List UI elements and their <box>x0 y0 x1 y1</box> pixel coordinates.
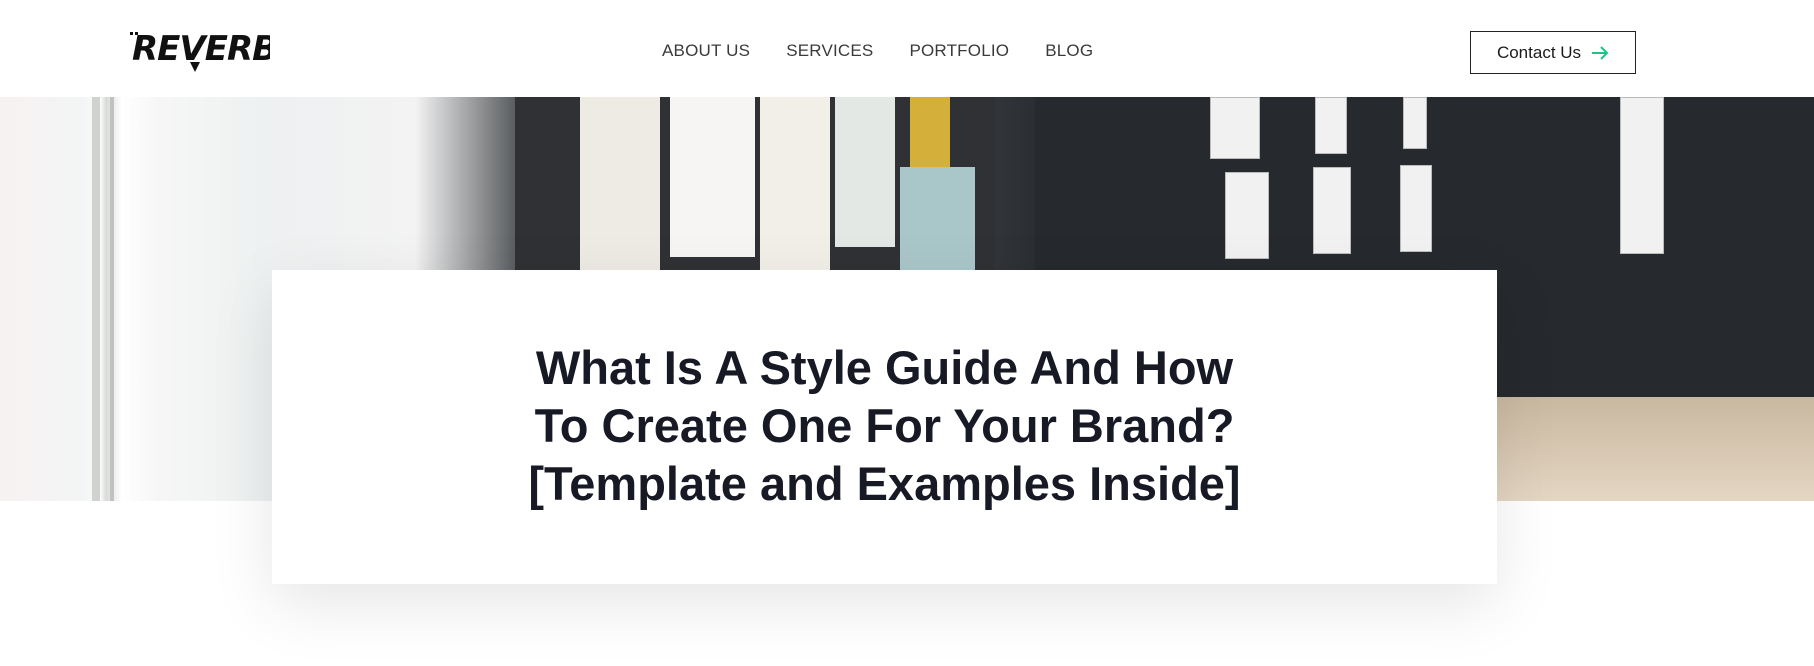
window-frame <box>92 97 100 501</box>
nav-blog[interactable]: BLOG <box>1045 41 1093 61</box>
screen-thumbnail <box>1210 97 1260 159</box>
screen-thumbnail <box>1620 97 1664 254</box>
monitor-left <box>515 97 995 272</box>
moodboard-panel <box>835 97 895 247</box>
desk-surface <box>1490 397 1814 501</box>
nav-portfolio[interactable]: PORTFOLIO <box>909 41 1009 61</box>
contact-us-label: Contact Us <box>1496 42 1582 62</box>
window-frame <box>110 97 114 501</box>
contact-us-button[interactable]: Contact Us <box>1470 31 1636 74</box>
page-title: What Is A Style Guide And How To Create … <box>272 339 1497 513</box>
screen-thumbnail <box>1315 97 1347 154</box>
screen-thumbnail <box>1313 167 1351 254</box>
reverb-logo[interactable]: REVERB <box>130 26 270 76</box>
nav-services[interactable]: SERVICES <box>786 41 873 61</box>
screen-thumbnail <box>1225 172 1269 259</box>
screen-thumbnail <box>1403 97 1427 149</box>
moodboard-panel <box>580 97 660 272</box>
arrow-right-icon <box>1592 45 1609 60</box>
nav-about-us[interactable]: ABOUT US <box>662 41 750 61</box>
moodboard-panel <box>670 97 755 257</box>
site-header: REVERB ABOUT US SERVICES PORTFOLIO BLOG … <box>0 0 1814 97</box>
title-line: To Create One For Your Brand? <box>534 399 1235 452</box>
window-background <box>0 97 265 501</box>
svg-text:REVERB: REVERB <box>132 29 270 69</box>
moodboard-panel <box>760 97 830 272</box>
title-card: What Is A Style Guide And How To Create … <box>272 270 1497 584</box>
screen-thumbnail <box>1400 165 1432 252</box>
main-nav: ABOUT US SERVICES PORTFOLIO BLOG <box>662 41 1129 61</box>
title-line: What Is A Style Guide And How <box>535 341 1234 394</box>
moodboard-panel <box>910 97 950 167</box>
title-line: [Template and Examples Inside] <box>528 457 1241 510</box>
moodboard-panel <box>900 167 975 272</box>
